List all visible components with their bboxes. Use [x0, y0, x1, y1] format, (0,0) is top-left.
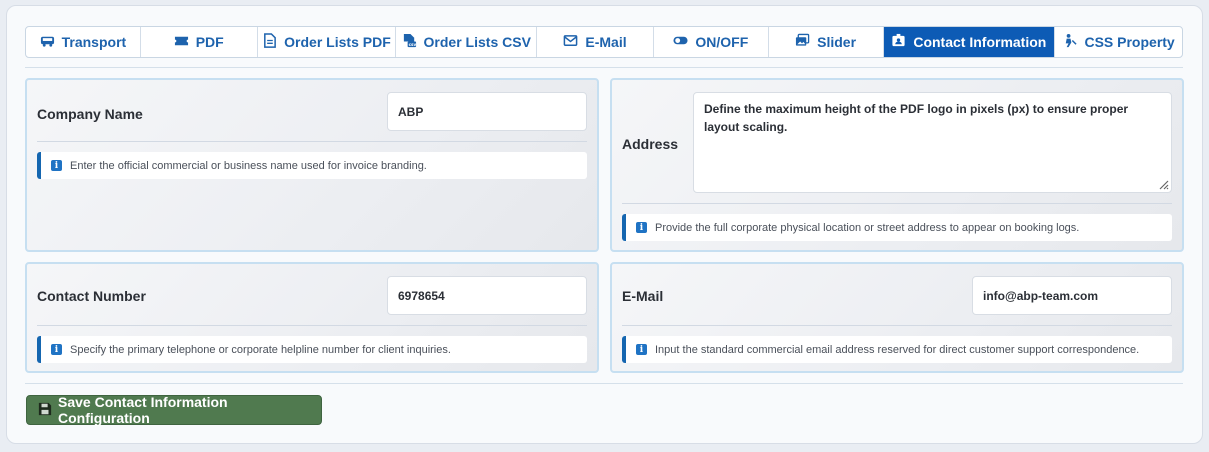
contact-number-card: Contact Number 6978654 i Specify the pri… [25, 262, 599, 373]
tab-slider[interactable]: Slider [769, 27, 884, 57]
save-button-label: Save Contact Information Configuration [58, 394, 321, 426]
tab-transport[interactable]: Transport [26, 27, 141, 57]
separator [25, 383, 1183, 384]
tab-order-lists-pdf[interactable]: Order Lists PDF [258, 27, 397, 57]
address-hint: i Provide the full corporate physical lo… [622, 214, 1172, 241]
tab-on-off[interactable]: ON/OFF [654, 27, 769, 57]
divider [622, 325, 1172, 326]
id-badge-icon [891, 33, 906, 51]
bus-icon [40, 33, 55, 51]
address-text: Define the maximum height of the PDF log… [704, 102, 1128, 134]
hint-text: Specify the primary telephone or corpora… [70, 344, 451, 356]
floppy-disk-icon [38, 402, 52, 419]
divider [37, 141, 587, 142]
contact-number-hint: i Specify the primary telephone or corpo… [37, 336, 587, 363]
tab-label: CSS Property [1084, 34, 1174, 50]
hint-text: Enter the official commercial or busines… [70, 160, 427, 172]
address-card: Address Define the maximum height of the… [610, 78, 1184, 252]
info-icon: i [636, 344, 647, 355]
tab-label: Order Lists PDF [284, 34, 391, 50]
settings-panel: Transport PDF Order Lists PDF csv Order … [6, 5, 1203, 444]
tab-label: ON/OFF [695, 34, 748, 50]
address-label: Address [622, 136, 678, 152]
tab-pdf[interactable]: PDF [141, 27, 258, 57]
ticket-icon [174, 33, 189, 51]
info-icon: i [636, 222, 647, 233]
contact-number-label: Contact Number [37, 288, 146, 304]
email-input[interactable]: info@abp-team.com [972, 276, 1172, 315]
tab-label: PDF [196, 34, 224, 50]
contact-number-input[interactable]: 6978654 [387, 276, 587, 315]
address-textarea[interactable]: Define the maximum height of the PDF log… [693, 92, 1172, 193]
svg-text:csv: csv [408, 42, 416, 47]
company-name-label: Company Name [37, 106, 143, 122]
tab-label: Order Lists CSV [424, 34, 531, 50]
company-name-input[interactable]: ABP [387, 92, 587, 131]
info-icon: i [51, 160, 62, 171]
images-icon [795, 33, 810, 51]
document-icon [262, 33, 277, 51]
hint-text: Provide the full corporate physical loca… [655, 222, 1079, 234]
envelope-icon [563, 33, 578, 51]
tab-css-property[interactable]: CSS Property [1055, 27, 1182, 57]
info-icon: i [51, 344, 62, 355]
email-hint: i Input the standard commercial email ad… [622, 336, 1172, 363]
tab-email[interactable]: E-Mail [537, 27, 654, 57]
tab-label: Contact Information [913, 34, 1046, 50]
tab-contact-information[interactable]: Contact Information [884, 27, 1056, 57]
save-button[interactable]: Save Contact Information Configuration [26, 395, 322, 425]
tab-label: Transport [62, 34, 127, 50]
toggle-icon [673, 33, 688, 51]
divider [37, 325, 587, 326]
resize-handle-icon[interactable] [1157, 178, 1169, 190]
email-card: E-Mail info@abp-team.com i Input the sta… [610, 262, 1184, 373]
tab-order-lists-csv[interactable]: csv Order Lists CSV [396, 27, 537, 57]
hint-text: Input the standard commercial email addr… [655, 344, 1139, 356]
divider [622, 203, 1172, 204]
css-icon [1062, 33, 1077, 51]
email-label: E-Mail [622, 288, 663, 304]
company-name-hint: i Enter the official commercial or busin… [37, 152, 587, 179]
separator [25, 67, 1183, 68]
tab-label: Slider [817, 34, 856, 50]
tab-label: E-Mail [585, 34, 626, 50]
csv-file-icon: csv [402, 33, 417, 51]
tab-bar: Transport PDF Order Lists PDF csv Order … [25, 26, 1183, 58]
company-name-card: Company Name ABP i Enter the official co… [25, 78, 599, 252]
